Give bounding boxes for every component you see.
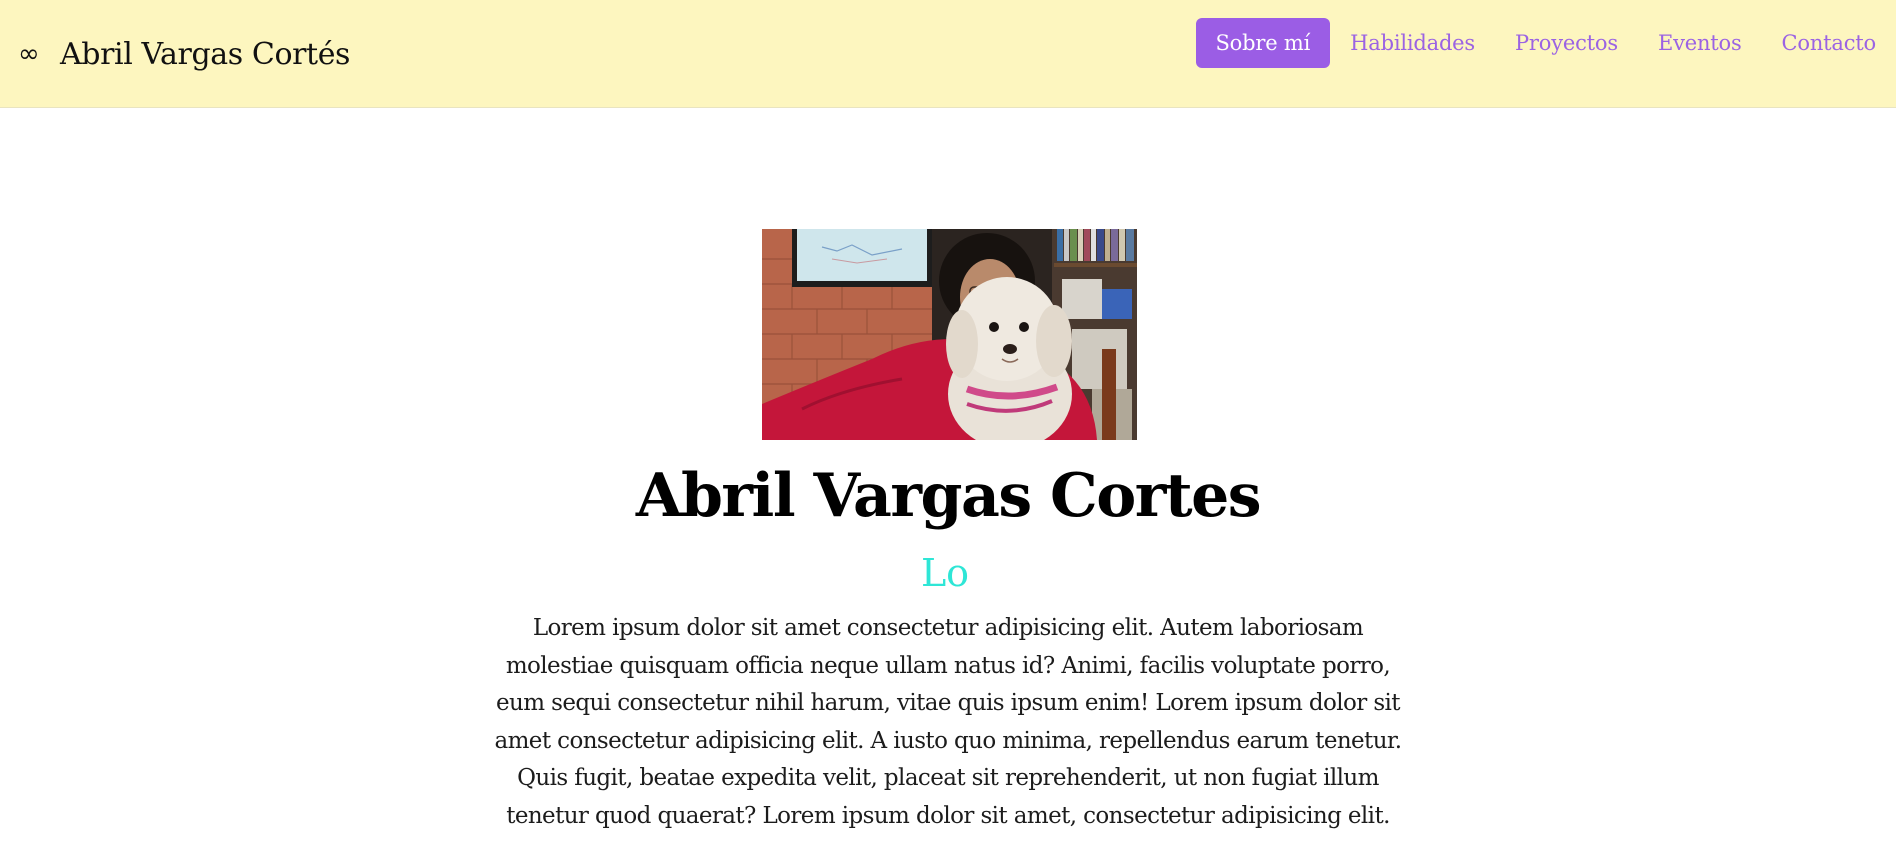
typed-subtitle: Lo [920,551,970,595]
nav-link-contacto[interactable]: Contacto [1762,18,1896,68]
brand-name: Abril Vargas Cortés [60,36,351,72]
brand-link[interactable]: ∞ Abril Vargas Cortés [18,34,350,74]
main-content: Abril Vargas Cortes Lo Lorem ipsum dolor… [0,108,1896,844]
nav-link-proyectos[interactable]: Proyectos [1495,18,1638,68]
bio-paragraph: Lorem ipsum dolor sit amet consectetur a… [494,615,1402,829]
nav-link-sobre-mi[interactable]: Sobre mí [1195,18,1331,68]
infinity-icon: ∞ [18,39,40,69]
page-title: Abril Vargas Cortes [635,461,1262,531]
nav-links: Sobre mí Habilidades Proyectos Eventos C… [1195,18,1896,68]
navbar: ∞ Abril Vargas Cortés Sobre mí Habilidad… [0,0,1896,108]
profile-photo [762,229,1137,440]
nav-link-eventos[interactable]: Eventos [1638,18,1762,68]
nav-link-habilidades[interactable]: Habilidades [1330,18,1495,68]
